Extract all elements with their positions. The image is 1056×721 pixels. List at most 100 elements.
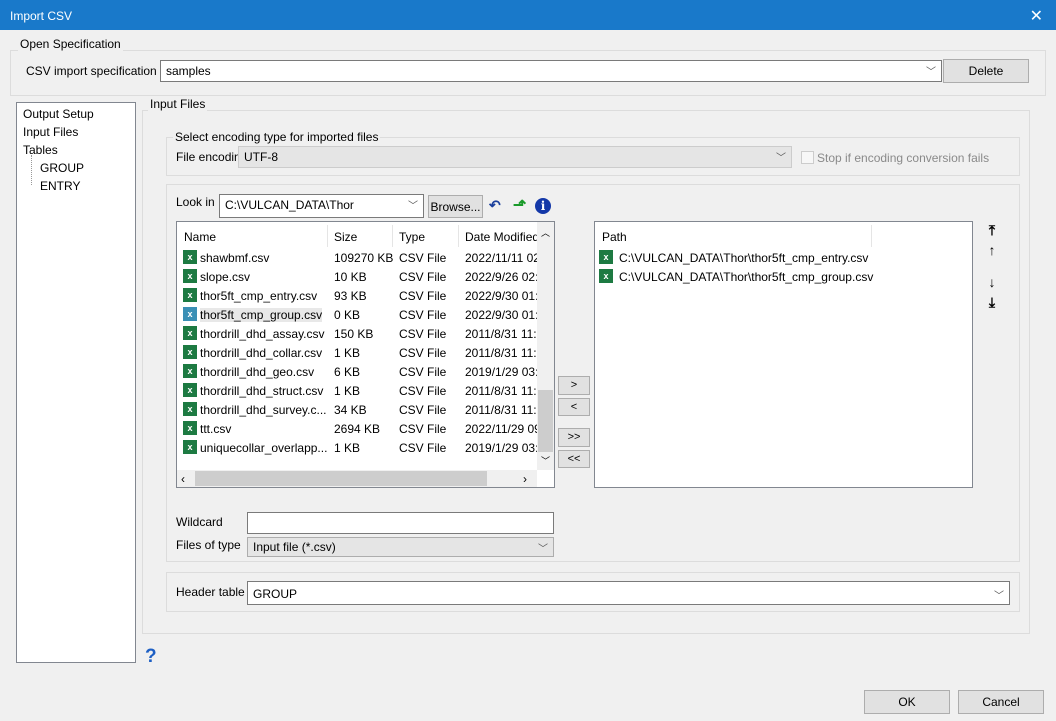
scroll-down-icon[interactable]: ﹀	[541, 454, 550, 467]
file-row[interactable]: x thor5ft_cmp_group.csv 0 KB CSV File 2022/9…	[181, 306, 537, 325]
scroll-thumb[interactable]	[538, 390, 553, 452]
scroll-thumb[interactable]	[195, 471, 487, 486]
csv-file-icon: x	[183, 421, 197, 435]
csv-file-icon: x	[183, 345, 197, 359]
wildcard-input[interactable]	[247, 512, 554, 534]
column-name[interactable]: Name	[184, 230, 216, 244]
file-date: 2022/11/29 09	[465, 422, 537, 436]
file-size: 6 KB	[334, 365, 361, 379]
file-size: 2694 KB	[334, 422, 381, 436]
info-icon[interactable]: i	[535, 198, 551, 214]
tree-item-group[interactable]: GROUP	[40, 161, 84, 175]
file-name: thor5ft_cmp_group.csv	[200, 308, 323, 322]
file-row[interactable]: x thordrill_dhd_assay.csv 150 KB CSV File 20…	[181, 325, 537, 344]
move-bottom-icon[interactable]: ⤓	[984, 294, 1000, 311]
file-row[interactable]: x thordrill_dhd_survey.c... 34 KB CSV File 2…	[181, 401, 537, 420]
look-in-combo[interactable]: C:\VULCAN_DATA\Thor ﹀	[219, 194, 424, 218]
move-up-icon[interactable]: ↑	[984, 242, 1000, 258]
scroll-up-icon[interactable]: ︿	[541, 226, 550, 239]
file-encoding-value: UTF-8	[244, 150, 278, 164]
column-size[interactable]: Size	[334, 230, 357, 244]
tree-item-entry[interactable]: ENTRY	[40, 179, 80, 193]
file-type: CSV File	[399, 403, 447, 417]
header-table-label: Header table	[176, 585, 245, 599]
look-in-value: C:\VULCAN_DATA\Thor	[225, 198, 354, 212]
remove-all-button[interactable]: <<	[558, 450, 590, 468]
column-type[interactable]: Type	[399, 230, 425, 244]
csv-file-icon: x	[599, 269, 613, 283]
help-icon[interactable]: ?	[145, 646, 157, 668]
column-path[interactable]: Path	[602, 230, 627, 244]
file-type: CSV File	[399, 251, 447, 265]
move-down-icon[interactable]: ↓	[984, 274, 1000, 290]
remove-button[interactable]: <	[558, 398, 590, 416]
cancel-button[interactable]: Cancel	[958, 690, 1044, 714]
files-of-type-combo[interactable]: Input file (*.csv) ﹀	[247, 537, 554, 557]
chevron-down-icon: ﹀	[776, 153, 786, 164]
file-type: CSV File	[399, 308, 447, 322]
scroll-left-icon[interactable]: ‹	[181, 472, 185, 486]
chevron-down-icon: ﹀	[408, 201, 418, 212]
file-row[interactable]: x shawbmf.csv 109270 KB CSV File 2022/11/11 …	[181, 249, 537, 268]
csv-file-icon: x	[599, 250, 613, 264]
vertical-scrollbar[interactable]: ︿ ﹀	[537, 222, 554, 470]
file-row[interactable]: x thordrill_dhd_struct.csv 1 KB CSV File 201…	[181, 382, 537, 401]
chevron-down-icon: ﹀	[538, 544, 548, 555]
file-size: 1 KB	[334, 346, 361, 360]
file-list[interactable]: Name Size Type Date Modified x shawbmf.cs…	[176, 221, 555, 488]
file-row[interactable]: x thordrill_dhd_collar.csv 1 KB CSV File 201…	[181, 344, 537, 363]
file-date: 2011/8/31 11:	[465, 403, 537, 417]
file-size: 150 KB	[334, 327, 374, 341]
path-list[interactable]: Path x C:\VULCAN_DATA\Thor\thor5ft_cmp_en…	[594, 221, 973, 488]
file-type: CSV File	[399, 289, 447, 303]
file-name: thordrill_dhd_struct.csv	[200, 384, 324, 398]
ok-button[interactable]: OK	[864, 690, 950, 714]
file-date: 2019/1/29 03:	[465, 365, 537, 379]
tree-item-output-setup[interactable]: Output Setup	[23, 107, 94, 121]
file-size: 93 KB	[334, 289, 367, 303]
file-type: CSV File	[399, 384, 447, 398]
add-all-button[interactable]: >>	[558, 428, 590, 447]
add-button[interactable]: >	[558, 376, 590, 395]
file-name: thordrill_dhd_survey.c...	[200, 403, 327, 417]
stop-checkbox[interactable]	[801, 151, 814, 164]
file-row[interactable]: x uniquecollar_overlapp... 1 KB CSV File 201…	[181, 439, 537, 458]
file-size: 34 KB	[334, 403, 367, 417]
column-date[interactable]: Date Modified	[465, 230, 537, 244]
file-row[interactable]: x ttt.csv 2694 KB CSV File 2022/11/29 09	[181, 420, 537, 439]
browse-button[interactable]: Browse...	[428, 195, 483, 218]
file-size: 109270 KB	[334, 251, 394, 265]
back-icon[interactable]: ↶	[489, 197, 501, 214]
file-date: 2022/9/30 01:	[465, 308, 537, 322]
scroll-right-icon[interactable]: ›	[523, 472, 527, 486]
file-date: 2022/9/30 01:	[465, 289, 537, 303]
delete-button[interactable]: Delete	[943, 59, 1029, 83]
chevron-down-icon: ﹀	[926, 67, 936, 78]
file-type: CSV File	[399, 365, 447, 379]
stop-label: Stop if encoding conversion fails	[817, 151, 990, 165]
move-top-icon[interactable]: ⤒	[984, 222, 1000, 239]
spec-combo[interactable]: samples ﹀	[160, 60, 942, 82]
file-type: CSV File	[399, 327, 447, 341]
file-name: uniquecollar_overlapp...	[200, 441, 328, 455]
file-row[interactable]: x slope.csv 10 KB CSV File 2022/9/26 02:	[181, 268, 537, 287]
file-size: 10 KB	[334, 270, 367, 284]
file-size: 1 KB	[334, 384, 361, 398]
csv-file-icon: x	[183, 326, 197, 340]
file-encoding-combo[interactable]: UTF-8 ﹀	[238, 146, 792, 168]
up-folder-icon[interactable]: ⬏	[513, 195, 526, 215]
file-name: shawbmf.csv	[200, 251, 270, 265]
horizontal-scrollbar[interactable]: ‹ ›	[177, 470, 537, 487]
file-row[interactable]: x thordrill_dhd_geo.csv 6 KB CSV File 2019/1…	[181, 363, 537, 382]
close-icon[interactable]: ✕	[1030, 6, 1043, 26]
header-table-combo[interactable]: GROUP ﹀	[247, 581, 1010, 605]
file-date: 2011/8/31 11:	[465, 327, 537, 341]
window-title: Import CSV	[10, 9, 73, 23]
tree-item-tables[interactable]: Tables	[23, 143, 58, 157]
file-name: slope.csv	[200, 270, 251, 284]
file-row[interactable]: x thor5ft_cmp_entry.csv 93 KB CSV File 2022/…	[181, 287, 537, 306]
file-type: CSV File	[399, 270, 447, 284]
file-type: CSV File	[399, 422, 447, 436]
tree-item-input-files[interactable]: Input Files	[23, 125, 78, 139]
look-in-label: Look in	[176, 195, 215, 209]
